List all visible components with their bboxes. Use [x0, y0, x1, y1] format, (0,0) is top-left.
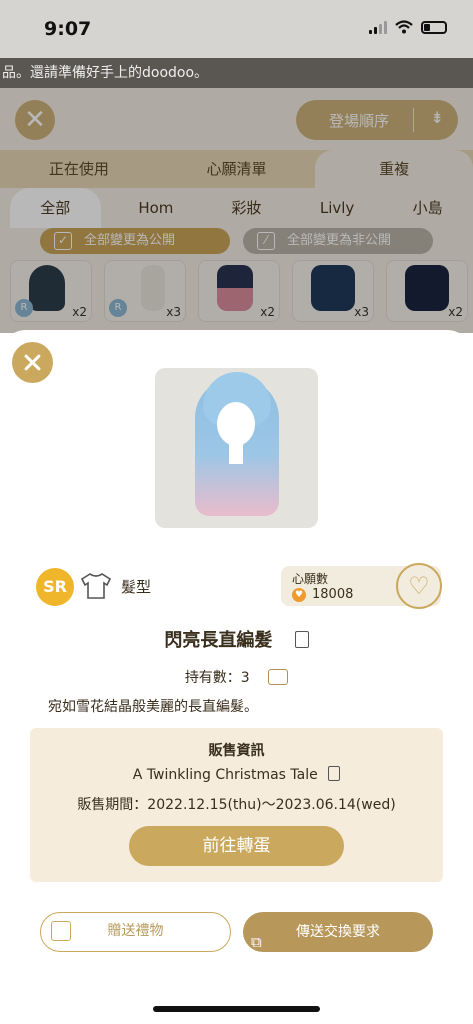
status-bar: 9:07	[0, 0, 473, 58]
wish-count-value: 18008	[312, 587, 354, 602]
owned-count: 持有數：3	[184, 670, 250, 686]
owned-count-row: 持有數：3	[0, 667, 473, 687]
mannequin-face	[217, 402, 255, 446]
item-description: 宛如雪花結晶般美麗的長直編髮。	[48, 699, 258, 715]
status-time: 9:07	[44, 18, 92, 40]
document-icon[interactable]	[294, 631, 309, 648]
heart-icon: ♥	[292, 588, 306, 602]
item-name-row: 閃亮長直編髮	[0, 626, 473, 652]
trade-request-button[interactable]: ⧉ 傳送交換要求	[243, 912, 433, 952]
send-gift-button[interactable]: 贈送禮物	[40, 912, 231, 952]
unlock-icon[interactable]	[268, 669, 289, 685]
document-icon[interactable]	[328, 766, 341, 781]
mannequin-neck	[229, 442, 243, 464]
item-name: 閃亮長直編髮	[164, 630, 273, 651]
sales-info-title: 販售資訊	[208, 743, 265, 759]
item-detail-modal: SR 髮型 心願數 ♥ 18008 ♡ 閃亮長直編髮 持有數：3 宛如雪花結晶般…	[0, 330, 473, 1024]
announcement-marquee: 品。還請準備好手上的doodoo。	[0, 58, 473, 88]
sales-event-name: A Twinkling Christmas Tale	[132, 767, 318, 783]
home-indicator	[153, 1006, 320, 1012]
add-to-wishlist-button[interactable]: ♡	[396, 563, 442, 609]
gift-icon	[51, 921, 71, 941]
status-icons	[369, 20, 447, 34]
wifi-icon	[395, 20, 413, 34]
modal-close-button[interactable]	[12, 342, 53, 383]
send-gift-label: 贈送禮物	[107, 923, 164, 939]
item-preview-image	[155, 368, 318, 528]
battery-icon	[421, 20, 447, 34]
shirt-icon	[80, 573, 112, 599]
wish-count-label: 心願數	[292, 572, 329, 586]
item-category: 髮型	[121, 578, 152, 596]
rarity-badge: SR	[36, 568, 74, 606]
go-to-gacha-button[interactable]: 前往轉蛋	[129, 826, 344, 866]
trade-request-label: 傳送交換要求	[296, 924, 380, 940]
modal-backdrop[interactable]	[0, 88, 473, 333]
trade-icon: ⧉	[251, 933, 262, 951]
sales-period: 販售期間：2022.12.15(thu)～2023.06.14(wed)	[77, 797, 396, 813]
sales-event-row: A Twinkling Christmas Tale	[30, 766, 443, 783]
sales-info-panel: 販售資訊 A Twinkling Christmas Tale 販售期間：202…	[30, 728, 443, 882]
signal-icon	[369, 20, 387, 34]
